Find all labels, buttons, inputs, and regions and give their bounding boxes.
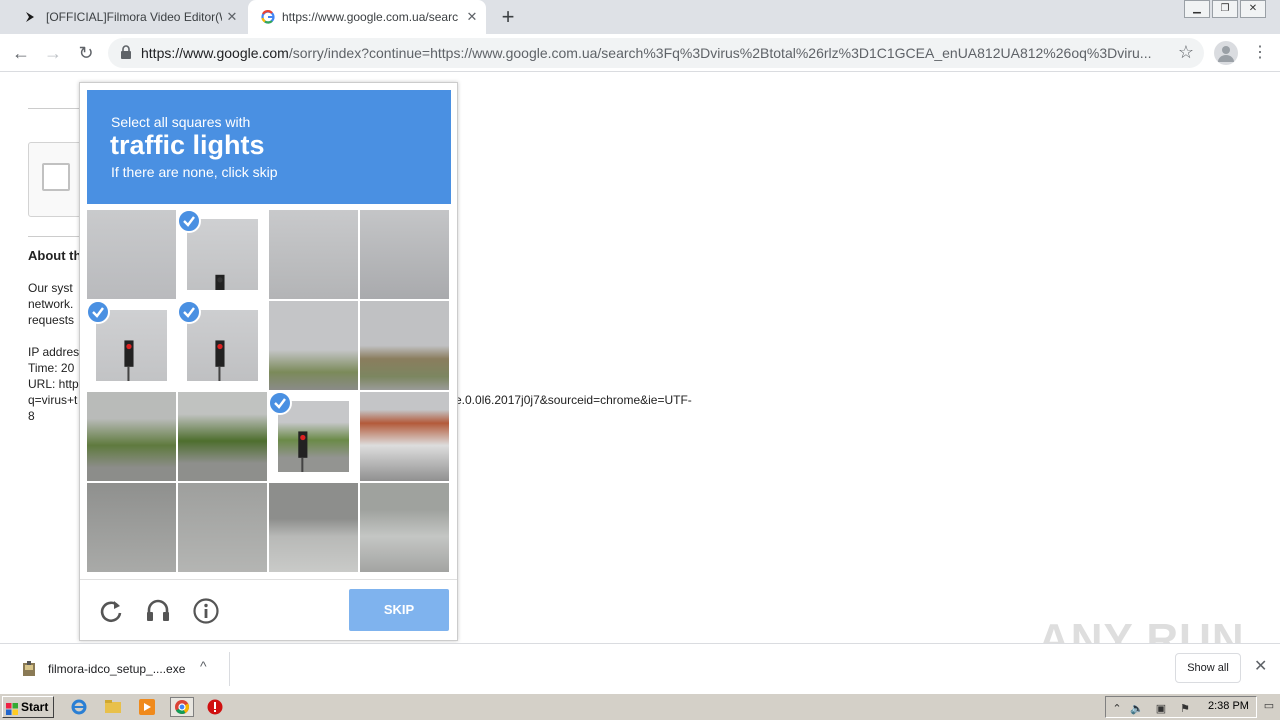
filmora-icon	[22, 9, 38, 25]
tile-image	[360, 392, 449, 481]
captcha-tile[interactable]	[178, 392, 267, 481]
captcha-tile[interactable]	[178, 301, 267, 390]
show-all-button[interactable]: Show all	[1175, 653, 1241, 683]
captcha-tile[interactable]	[360, 301, 449, 390]
captcha-tile[interactable]	[87, 483, 176, 572]
audio-challenge-icon[interactable]	[144, 597, 172, 625]
selected-check-icon	[87, 301, 110, 324]
tile-image	[360, 301, 449, 390]
media-player-icon[interactable]	[138, 698, 156, 716]
captcha-tile[interactable]	[360, 483, 449, 572]
captcha-tile[interactable]	[269, 301, 358, 390]
download-shelf: filmora-idco_setup_....exe ^ Show all ✕	[0, 643, 1280, 693]
stop-sign-icon[interactable]	[206, 698, 224, 716]
image-grid	[87, 210, 451, 574]
captcha-tile[interactable]	[178, 210, 267, 299]
captcha-tile[interactable]	[269, 483, 358, 572]
tile-image	[178, 483, 267, 572]
tile-image	[269, 210, 358, 299]
captcha-tile[interactable]	[360, 210, 449, 299]
captcha-tile[interactable]	[87, 392, 176, 481]
skip-hint: If there are none, click skip	[111, 164, 278, 180]
tab-filmora[interactable]: [OFFICIAL]Filmora Video Editor(Wind ✕	[10, 0, 246, 34]
profile-avatar-icon[interactable]	[1214, 41, 1238, 65]
tile-image	[87, 392, 176, 481]
tile-image	[87, 483, 176, 572]
windows-logo-icon	[6, 701, 18, 715]
back-arrow-icon[interactable]: ←	[10, 42, 32, 64]
new-tab-button[interactable]: +	[498, 6, 518, 28]
selected-check-icon	[269, 392, 292, 415]
window-controls: ▁ ❐ ✕	[1182, 0, 1266, 18]
close-tab-icon[interactable]: ✕	[224, 9, 240, 25]
tile-image	[178, 392, 267, 481]
google-icon	[260, 9, 276, 25]
start-button[interactable]: Start	[2, 696, 54, 718]
tile-image	[360, 483, 449, 572]
recaptcha-checkbox[interactable]	[42, 163, 70, 191]
selected-check-icon	[178, 301, 201, 324]
captcha-tile[interactable]	[87, 301, 176, 390]
browser-toolbar: ← → ↻ https://www.google.com/sorry/index…	[0, 34, 1280, 72]
captcha-tile[interactable]	[87, 210, 176, 299]
close-shelf-icon[interactable]: ✕	[1254, 656, 1267, 676]
download-item[interactable]: filmora-idco_setup_....exe ^	[10, 652, 230, 686]
selected-check-icon	[178, 210, 201, 233]
internet-explorer-icon[interactable]	[70, 698, 88, 716]
installer-file-icon	[22, 661, 36, 677]
about-heading: About th	[28, 248, 82, 263]
clock: 2:38 PM	[1208, 700, 1249, 712]
chevron-up-icon[interactable]: ⌃	[1110, 702, 1124, 716]
info-icon[interactable]	[192, 597, 220, 625]
menu-dots-icon[interactable]: ⋮	[1252, 43, 1268, 63]
minimize-button[interactable]: ▁	[1184, 0, 1210, 18]
folder-icon[interactable]	[104, 698, 122, 716]
close-window-button[interactable]: ✕	[1240, 0, 1266, 18]
tile-image	[269, 301, 358, 390]
volume-icon[interactable]: 🔈	[1130, 702, 1144, 716]
tile-image	[87, 210, 176, 299]
tab-title: [OFFICIAL]Filmora Video Editor(Wind	[46, 10, 222, 24]
tab-strip: [OFFICIAL]Filmora Video Editor(Wind ✕ ht…	[0, 0, 1280, 34]
tab-google-search[interactable]: https://www.google.com.ua/search ✕	[248, 0, 486, 34]
skip-button[interactable]: SKIP	[349, 589, 449, 631]
chrome-taskbar-icon[interactable]	[170, 697, 194, 717]
lock-icon	[120, 45, 132, 64]
captcha-tile[interactable]	[178, 483, 267, 572]
target-object: traffic lights	[110, 130, 265, 160]
chevron-up-icon[interactable]: ^	[200, 658, 207, 674]
captcha-challenge: Select all squares with traffic lights I…	[79, 82, 458, 641]
restore-button[interactable]: ❐	[1212, 0, 1238, 18]
flag-icon[interactable]: ⚑	[1178, 702, 1192, 716]
captcha-tile[interactable]	[269, 210, 358, 299]
close-tab-icon[interactable]: ✕	[464, 9, 480, 25]
desktop-icon[interactable]: ▭	[1262, 699, 1276, 713]
request-url-tail: e.0.0l6.2017j0j7&sourceid=chrome&ie=UTF-	[455, 393, 692, 407]
tab-title: https://www.google.com.ua/search	[282, 10, 458, 24]
instruction-text: Select all squares with	[111, 114, 251, 130]
reload-icon[interactable]: ↻	[75, 42, 97, 64]
url-text: https://www.google.com/sorry/index?conti…	[141, 45, 1152, 61]
address-bar[interactable]: https://www.google.com/sorry/index?conti…	[108, 38, 1204, 68]
captcha-header: Select all squares with traffic lights I…	[87, 90, 451, 204]
divider	[80, 579, 457, 580]
forward-arrow-icon[interactable]: →	[42, 42, 64, 64]
tile-image	[269, 483, 358, 572]
windows-taskbar: Start ⌃ 🔈 ▣ ⚑ 2:38 PM ▭	[0, 693, 1280, 720]
bookmark-star-icon[interactable]: ☆	[1178, 42, 1194, 63]
captcha-tile[interactable]	[360, 392, 449, 481]
network-icon[interactable]: ▣	[1154, 702, 1168, 716]
tile-image	[360, 210, 449, 299]
download-filename: filmora-idco_setup_....exe	[48, 662, 186, 676]
reload-challenge-icon[interactable]	[97, 597, 125, 625]
captcha-tile[interactable]	[269, 392, 358, 481]
